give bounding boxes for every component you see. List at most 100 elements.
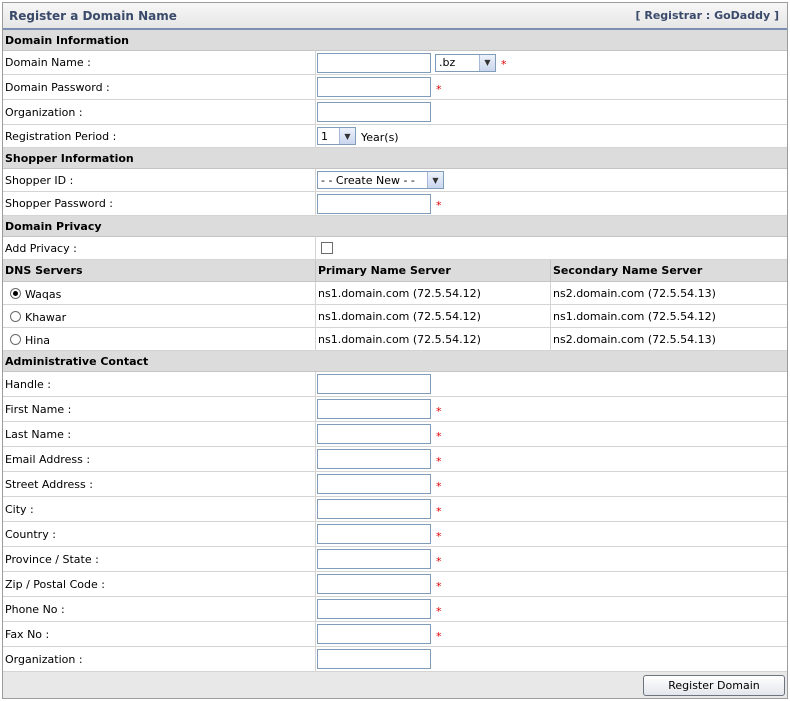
radio-waqas[interactable] — [10, 287, 21, 299]
country-label: Country : — [3, 522, 316, 546]
row-domain-name: Domain Name : .bz ▼ * — [3, 51, 787, 75]
chevron-down-icon: ▼ — [479, 54, 495, 71]
first-name-label: First Name : — [3, 397, 316, 421]
fax-no-label: Fax No : — [3, 622, 316, 646]
shopper-password-input[interactable] — [317, 193, 431, 214]
street-address-input[interactable] — [317, 474, 431, 494]
period-select-value: 1 — [321, 129, 328, 143]
radio-khawar[interactable] — [10, 310, 21, 322]
primary-ns: ns1.domain.com (72.5.54.12) — [316, 328, 551, 350]
chevron-down-icon: ▼ — [427, 172, 443, 188]
dns-row-hina: Hina ns1.domain.com (72.5.54.12) ns2.dom… — [3, 328, 787, 351]
organization-input[interactable] — [317, 102, 431, 122]
shopper-id-select[interactable]: - - Create New - - ▼ — [317, 171, 444, 189]
row-shopper-id: Shopper ID : - - Create New - - ▼ — [3, 169, 787, 192]
row-street-address: Street Address : * — [3, 472, 787, 497]
row-registration-period: Registration Period : 1 ▼ Year(s) — [3, 125, 787, 148]
required-marker: * — [436, 429, 442, 443]
domain-name-label: Domain Name : — [3, 51, 316, 74]
required-marker: * — [436, 629, 442, 643]
city-label: City : — [3, 497, 316, 521]
tld-select-value: .bz — [439, 56, 456, 69]
domain-name-input[interactable] — [317, 52, 431, 73]
radio-hina[interactable] — [10, 333, 21, 345]
row-admin-organization: Organization : — [3, 647, 787, 672]
dns-row-waqas: Waqas ns1.domain.com (72.5.54.12) ns2.do… — [3, 282, 787, 305]
dns-option[interactable]: Waqas — [3, 282, 316, 304]
required-marker: * — [436, 404, 442, 418]
period-select[interactable]: 1 ▼ — [317, 127, 356, 145]
primary-ns: ns1.domain.com (72.5.54.12) — [316, 305, 551, 327]
first-name-input[interactable] — [317, 399, 431, 419]
province-state-label: Province / State : — [3, 547, 316, 571]
row-first-name: First Name : * — [3, 397, 787, 422]
section-domain-privacy: Domain Privacy — [3, 216, 787, 237]
section-shopper-information: Shopper Information — [3, 148, 787, 169]
row-email-address: Email Address : * — [3, 447, 787, 472]
form-footer: Register Domain — [3, 672, 787, 698]
dns-table-header: DNS Servers Primary Name Server Secondar… — [3, 260, 787, 282]
dns-name: Hina — [25, 333, 51, 347]
dns-option[interactable]: Hina — [3, 328, 316, 350]
add-privacy-label: Add Privacy : — [3, 237, 316, 259]
dns-row-khawar: Khawar ns1.domain.com (72.5.54.12) ns1.d… — [3, 305, 787, 328]
required-marker: * — [436, 479, 442, 493]
domain-password-input[interactable] — [317, 77, 431, 97]
email-address-label: Email Address : — [3, 447, 316, 471]
row-add-privacy: Add Privacy : — [3, 237, 787, 260]
shopper-id-select-value: - - Create New - - — [321, 173, 415, 187]
dns-servers-header: DNS Servers — [3, 260, 316, 281]
row-handle: Handle : — [3, 372, 787, 397]
handle-input[interactable] — [317, 374, 431, 394]
phone-no-label: Phone No : — [3, 597, 316, 621]
register-domain-button[interactable]: Register Domain — [643, 674, 785, 696]
required-marker: * — [436, 604, 442, 618]
fax-no-input[interactable] — [317, 624, 431, 644]
zip-postal-code-label: Zip / Postal Code : — [3, 572, 316, 596]
row-organization: Organization : — [3, 100, 787, 125]
row-country: Country : * — [3, 522, 787, 547]
secondary-ns: ns2.domain.com (72.5.54.13) — [553, 286, 716, 300]
dns-name: Waqas — [25, 287, 62, 301]
street-address-label: Street Address : — [3, 472, 316, 496]
row-shopper-password: Shopper Password : * — [3, 192, 787, 216]
row-city: City : * — [3, 497, 787, 522]
required-marker: * — [436, 504, 442, 518]
required-marker: * — [436, 579, 442, 593]
domain-password-label: Domain Password : — [3, 75, 316, 99]
registration-period-label: Registration Period : — [3, 125, 316, 147]
organization-label: Organization : — [3, 100, 316, 124]
last-name-input[interactable] — [317, 424, 431, 444]
chevron-down-icon: ▼ — [339, 128, 355, 144]
handle-label: Handle : — [3, 372, 316, 396]
register-domain-panel: Register a Domain Name [ Registrar : GoD… — [2, 2, 788, 699]
city-input[interactable] — [317, 499, 431, 519]
period-unit-label: Year(s) — [361, 130, 399, 144]
secondary-ns: ns2.domain.com (72.5.54.13) — [553, 332, 716, 346]
add-privacy-checkbox[interactable] — [321, 242, 333, 254]
section-administrative-contact: Administrative Contact — [3, 351, 787, 372]
shopper-password-label: Shopper Password : — [3, 192, 316, 215]
tld-select[interactable]: .bz ▼ — [435, 53, 496, 72]
required-marker: * — [436, 554, 442, 568]
admin-organization-label: Organization : — [3, 647, 316, 671]
primary-ns-header: Primary Name Server — [316, 260, 551, 281]
admin-organization-input[interactable] — [317, 649, 431, 669]
secondary-ns: ns1.domain.com (72.5.54.12) — [553, 309, 716, 323]
required-marker: * — [436, 199, 442, 212]
dns-option[interactable]: Khawar — [3, 305, 316, 327]
row-last-name: Last Name : * — [3, 422, 787, 447]
secondary-ns-header: Secondary Name Server — [553, 264, 703, 277]
required-marker: * — [436, 82, 442, 96]
shopper-id-label: Shopper ID : — [3, 169, 316, 191]
province-state-input[interactable] — [317, 549, 431, 569]
page-title: Register a Domain Name — [9, 8, 177, 23]
country-input[interactable] — [317, 524, 431, 544]
row-fax-no: Fax No : * — [3, 622, 787, 647]
phone-no-input[interactable] — [317, 599, 431, 619]
zip-postal-code-input[interactable] — [317, 574, 431, 594]
dns-name: Khawar — [25, 310, 67, 324]
section-domain-information: Domain Information — [3, 30, 787, 51]
email-address-input[interactable] — [317, 449, 431, 469]
row-zip-postal-code: Zip / Postal Code : * — [3, 572, 787, 597]
